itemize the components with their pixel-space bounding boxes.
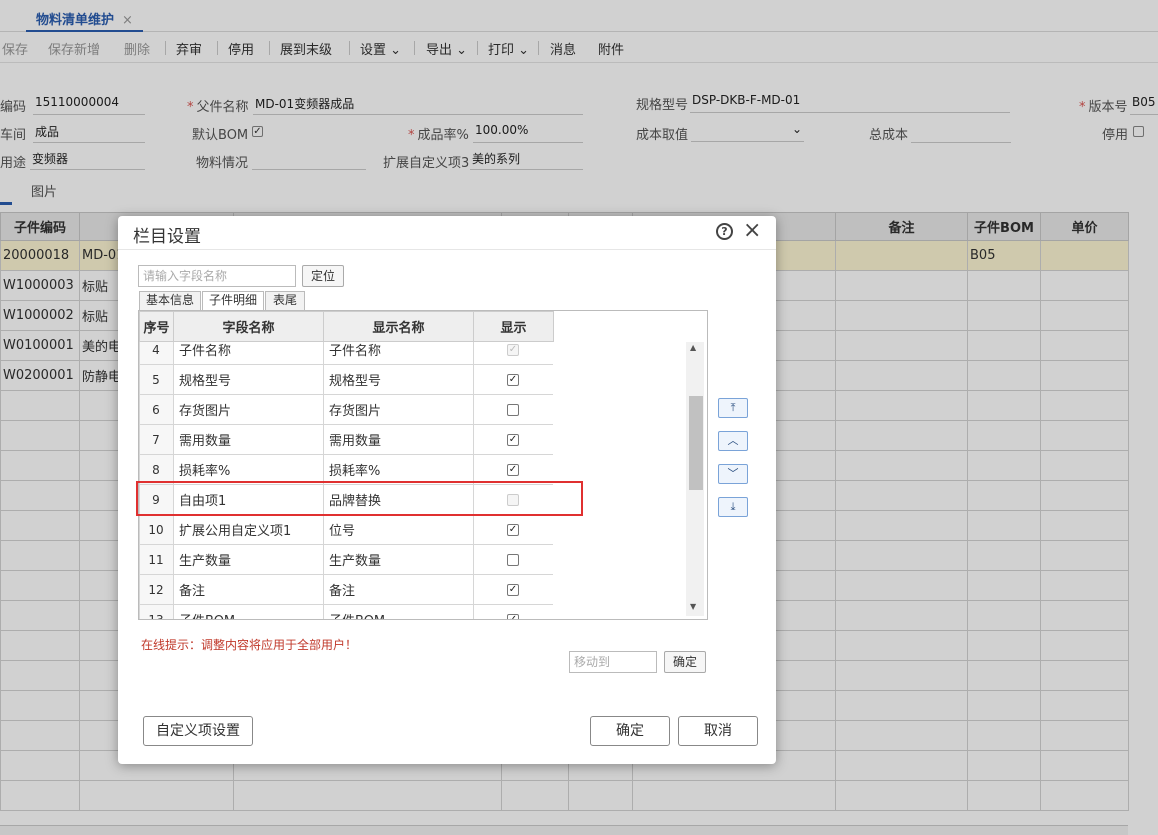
row-number: 6	[139, 394, 174, 425]
field-row[interactable]: 11 生产数量 生产数量	[139, 544, 553, 575]
field-row[interactable]: 4 子件名称 子件名称 ✓	[139, 342, 553, 365]
field-name-cell: 备注	[173, 574, 324, 605]
display-name-cell[interactable]: 子件BOM	[323, 604, 474, 619]
show-cell: ✓	[473, 604, 553, 619]
show-checkbox[interactable]: ✓	[507, 523, 519, 536]
column-settings-dialog: 栏目设置 ? × 定位 基本信息 子件明细 表尾 序号 字段名称 显示名称 显示…	[118, 216, 776, 764]
custom-item-settings-button[interactable]: 自定义项设置	[143, 716, 253, 746]
tab-child-detail[interactable]: 子件明细	[202, 291, 264, 311]
field-name-cell: 子件名称	[173, 342, 324, 365]
move-to-input[interactable]	[569, 651, 657, 673]
row-number: 5	[139, 364, 174, 395]
show-checkbox	[507, 493, 519, 506]
field-search-input[interactable]	[138, 265, 296, 287]
show-checkbox: ✓	[507, 343, 519, 356]
column-header-no: 序号	[139, 311, 174, 342]
move-to-top-icon[interactable]: ⤒	[718, 398, 748, 418]
field-row[interactable]: 9 自由项1 品牌替换	[139, 484, 553, 515]
field-row[interactable]: 8 损耗率% 损耗率% ✓	[139, 454, 553, 485]
field-row[interactable]: 6 存货图片 存货图片	[139, 394, 553, 425]
close-icon[interactable]: ×	[743, 218, 761, 243]
show-cell	[473, 484, 553, 515]
field-name-cell: 子件BOM	[173, 604, 324, 619]
cancel-button[interactable]: 取消	[678, 716, 758, 746]
field-row[interactable]: 13子件BOM子件BOM✓	[139, 604, 553, 619]
field-name-cell: 存货图片	[173, 394, 324, 425]
row-number: 4	[139, 342, 174, 365]
display-name-cell[interactable]: 生产数量	[323, 544, 474, 575]
display-name-cell[interactable]: 需用数量	[323, 424, 474, 455]
show-checkbox[interactable]: ✓	[507, 373, 519, 386]
field-row[interactable]: 7 需用数量 需用数量 ✓	[139, 424, 553, 455]
dialog-title: 栏目设置	[133, 227, 201, 247]
show-cell: ✓	[473, 574, 553, 605]
field-row[interactable]: 12 备注 备注 ✓	[139, 574, 553, 605]
field-list-header-row: 序号 字段名称 显示名称 显示	[139, 311, 554, 342]
row-number: 12	[139, 574, 174, 605]
field-name-cell: 损耗率%	[173, 454, 324, 485]
tab-basic-info[interactable]: 基本信息	[139, 291, 201, 310]
row-number: 8	[139, 454, 174, 485]
row-number: 9	[139, 484, 174, 515]
help-icon[interactable]: ?	[716, 223, 733, 240]
move-up-icon[interactable]: ︿	[718, 431, 748, 451]
display-name-cell[interactable]: 损耗率%	[323, 454, 474, 485]
move-down-icon[interactable]: ﹀	[718, 464, 748, 484]
row-number: 11	[139, 544, 174, 575]
show-cell: ✓	[473, 514, 553, 545]
show-cell: ✓	[473, 424, 553, 455]
field-row[interactable]: 5 规格型号 规格型号 ✓	[139, 364, 553, 395]
scrollbar-thumb[interactable]	[689, 396, 703, 490]
scroll-down-arrow-icon[interactable]: ▼	[690, 602, 696, 611]
show-checkbox[interactable]	[507, 403, 519, 416]
field-name-cell: 规格型号	[173, 364, 324, 395]
field-name-cell: 生产数量	[173, 544, 324, 575]
show-checkbox[interactable]: ✓	[507, 463, 519, 476]
scroll-up-arrow-icon[interactable]: ▲	[690, 343, 696, 352]
row-number: 7	[139, 424, 174, 455]
ok-button[interactable]: 确定	[590, 716, 670, 746]
field-list: 序号 字段名称 显示名称 显示 4 子件名称 子件名称 ✓ 5 规格型号 规格型号 ✓ 6 存货图…	[138, 310, 708, 620]
dialog-header: 栏目设置 ? ×	[118, 216, 776, 250]
column-header-field-name: 字段名称	[173, 311, 324, 342]
field-list-viewport: 4 子件名称 子件名称 ✓ 5 规格型号 规格型号 ✓ 6 存货图片 存货图片 7 需用数量 需用数量 ✓ 8…	[139, 342, 553, 619]
show-cell	[473, 544, 553, 575]
move-to-bottom-icon[interactable]: ⤓	[718, 497, 748, 517]
locate-button[interactable]: 定位	[302, 265, 344, 287]
display-name-cell[interactable]: 子件名称	[323, 342, 474, 365]
field-name-cell: 自由项1	[173, 484, 324, 515]
column-header-show: 显示	[473, 311, 554, 342]
show-checkbox[interactable]	[507, 553, 519, 566]
move-to-confirm-button[interactable]: 确定	[664, 651, 706, 673]
show-checkbox[interactable]: ✓	[507, 583, 519, 596]
show-cell	[473, 394, 553, 425]
display-name-cell[interactable]: 品牌替换	[323, 484, 474, 515]
show-cell: ✓	[473, 364, 553, 395]
show-cell: ✓	[473, 454, 553, 485]
show-checkbox[interactable]: ✓	[507, 433, 519, 446]
show-checkbox[interactable]: ✓	[507, 613, 519, 619]
display-name-cell[interactable]: 存货图片	[323, 394, 474, 425]
column-header-display-name: 显示名称	[323, 311, 474, 342]
tab-footer[interactable]: 表尾	[265, 291, 305, 310]
show-cell: ✓	[473, 342, 553, 365]
display-name-cell[interactable]: 备注	[323, 574, 474, 605]
display-name-cell[interactable]: 位号	[323, 514, 474, 545]
field-name-cell: 需用数量	[173, 424, 324, 455]
row-number: 13	[139, 604, 174, 619]
field-row[interactable]: 10 扩展公用自定义项1 位号 ✓	[139, 514, 553, 545]
online-tip: 在线提示：调整内容将应用于全部用户！	[141, 638, 358, 652]
field-name-cell: 扩展公用自定义项1	[173, 514, 324, 545]
display-name-cell[interactable]: 规格型号	[323, 364, 474, 395]
row-number: 10	[139, 514, 174, 545]
